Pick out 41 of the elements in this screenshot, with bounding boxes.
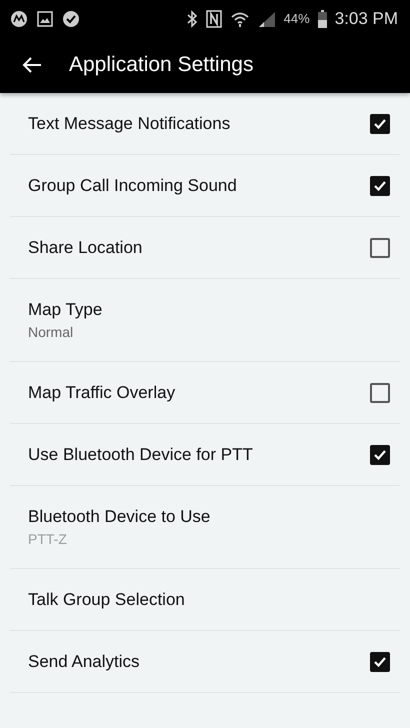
setting-title: Talk Group Selection [28, 590, 186, 610]
battery-percent: 44% [284, 11, 310, 26]
check-circle-icon [62, 10, 80, 28]
setting-title: Map Type [28, 300, 104, 320]
check-icon [373, 654, 387, 668]
setting-title: Bluetooth Device to Use [28, 507, 212, 527]
checkbox[interactable] [370, 382, 390, 402]
nfc-icon [206, 10, 222, 28]
setting-summary: PTT-Z [28, 531, 68, 547]
setting-row[interactable]: Map Type Normal [10, 279, 400, 362]
setting-row[interactable]: Send Analytics [10, 631, 400, 693]
setting-row[interactable]: Map Traffic Overlay [10, 362, 400, 424]
setting-title: Use Bluetooth Device for PTT [28, 444, 254, 464]
checkbox[interactable] [370, 238, 390, 258]
signal-icon [258, 10, 276, 28]
checkbox[interactable] [370, 652, 390, 672]
setting-row[interactable]: Share Location [10, 217, 400, 279]
checkbox[interactable] [370, 444, 390, 464]
setting-title: Send Analytics [28, 652, 141, 672]
image-icon [36, 10, 54, 28]
checkbox[interactable] [370, 114, 390, 134]
check-icon [373, 448, 387, 462]
setting-title: Map Traffic Overlay [28, 382, 176, 402]
notification-icon [10, 10, 28, 28]
setting-summary: Normal [28, 324, 74, 340]
setting-row[interactable]: Bluetooth Device to Use PTT-Z [10, 486, 400, 569]
setting-title: Share Location [28, 238, 144, 258]
check-icon [373, 178, 387, 192]
setting-title: Text Message Notifications [28, 114, 232, 134]
wifi-icon [230, 10, 250, 28]
setting-row[interactable]: Talk Group Selection [10, 569, 400, 631]
battery-icon [318, 10, 327, 28]
setting-row[interactable]: Group Call Incoming Sound [10, 155, 400, 217]
screen-title: Application Settings [69, 53, 254, 77]
setting-row[interactable]: Use Bluetooth Device for PTT [10, 424, 400, 486]
check-icon [373, 116, 387, 130]
clock: 3:03 PM [334, 8, 398, 28]
bluetooth-icon [186, 10, 198, 28]
checkbox[interactable] [370, 176, 390, 196]
setting-row[interactable]: Text Message Notifications [10, 93, 400, 155]
setting-title: Group Call Incoming Sound [28, 176, 238, 196]
